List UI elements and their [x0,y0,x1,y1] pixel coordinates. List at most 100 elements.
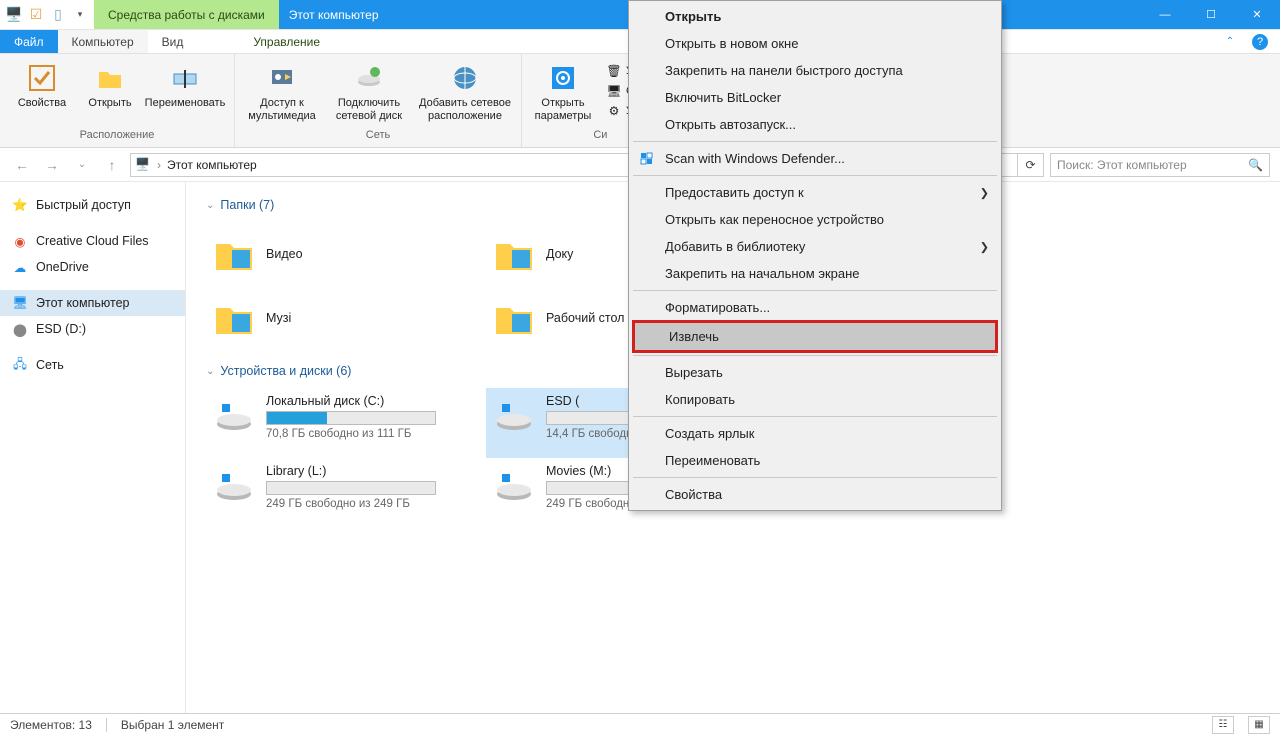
search-icon: 🔍 [1248,158,1263,172]
folder-icon [212,296,256,340]
folder-name: Рабочий стол [546,311,624,325]
rename-button[interactable]: Переименовать [142,58,228,110]
close-button[interactable]: ✕ [1234,0,1280,29]
sidebar-icon: ◉ [12,233,28,249]
refresh-button[interactable]: ⟳ [1018,153,1044,177]
map-drive-button[interactable]: Подключить сетевой диск [327,58,411,123]
drive-usage-bar [266,411,436,425]
menu-format[interactable]: Форматировать... [631,294,999,321]
sidebar-icon: 🖥 [12,295,28,311]
checkmark-icon [26,62,58,94]
help-button[interactable]: ? [1240,30,1280,53]
sidebar-icon: ⭐ [12,197,28,213]
uninstall-icon: 🗑 [606,63,622,79]
search-placeholder: Поиск: Этот компьютер [1057,158,1248,172]
shield-icon [639,151,655,167]
selection-count: Выбран 1 элемент [121,718,224,732]
minimize-button[interactable]: ― [1142,0,1188,29]
menu-properties[interactable]: Свойства [631,481,999,508]
history-dropdown[interactable]: ⌄ [70,153,94,177]
drive-free-text: 249 ГБ свободно из 249 ГБ [266,498,480,510]
sidebar-item-label: Этот компьютер [36,296,129,310]
sidebar-item[interactable]: 🖧Сеть [0,352,185,378]
sidebar-item[interactable]: 🖥 Этот компьютер [0,290,185,316]
properties-button[interactable]: Свойства [6,58,78,110]
media-icon [266,62,298,94]
menu-rename[interactable]: Переименовать [631,447,999,474]
add-network-location-button[interactable]: Добавить сетевое расположение [415,58,515,123]
ribbon-group-location: Свойства Открыть Переименовать Расположе… [0,54,235,147]
statusbar: Элементов: 13 Выбран 1 элемент ☷ ▦ [0,713,1280,735]
sidebar-item-label: OneDrive [36,260,89,274]
drive-usage-bar [266,481,436,495]
menu-autorun[interactable]: Открыть автозапуск... [631,111,999,138]
tab-file[interactable]: Файл [0,30,58,53]
tab-computer[interactable]: Компьютер [58,30,148,53]
tab-view[interactable]: Вид [148,30,198,53]
folder-icon [492,232,536,276]
menu-share-access[interactable]: Предоставить доступ к❯ [631,179,999,206]
drive-icon [212,394,256,438]
details-view-button[interactable]: ☷ [1212,716,1234,734]
maximize-button[interactable]: ☐ [1188,0,1234,29]
drive-item[interactable]: Library (L:) 249 ГБ свободно из 249 ГБ [206,458,486,528]
sidebar-icon: ⬤ [12,321,28,337]
back-button[interactable]: ← [10,153,34,177]
menu-cut[interactable]: Вырезать [631,359,999,386]
drive-icon [492,394,536,438]
sidebar-item-label: Сеть [36,358,64,372]
globe-icon [449,62,481,94]
media-access-button[interactable]: Доступ к мультимедиа [241,58,323,123]
ribbon-collapse-icon[interactable]: ⌃ [1220,30,1240,53]
menu-pin-start[interactable]: Закрепить на начальном экране [631,260,999,287]
item-count: Элементов: 13 [10,718,92,732]
menu-copy[interactable]: Копировать [631,386,999,413]
qat-dropdown-icon[interactable]: ▾ [72,7,88,23]
drive-icon [212,464,256,508]
sidebar-item[interactable]: ◉Creative Cloud Files [0,228,185,254]
network-drive-icon [353,62,385,94]
properties-icon: 🖥 [606,83,622,99]
drive-free-text: 70,8 ГБ свободно из 111 ГБ [266,428,480,440]
menu-open-portable[interactable]: Открыть как переносное устройство [631,206,999,233]
drive-item[interactable]: Локальный диск (C:) 70,8 ГБ свободно из … [206,388,486,458]
sidebar-item[interactable]: ⭐ Быстрый доступ [0,192,185,218]
menu-bitlocker[interactable]: Включить BitLocker [631,84,999,111]
sidebar-item[interactable]: ⬤ ESD (D:) [0,316,185,342]
open-button[interactable]: Открыть [82,58,138,110]
quick-access-toolbar: 🖥️ ☑ ▯ ▾ [0,0,94,29]
sidebar: ⭐ Быстрый доступ ◉Creative Cloud Files☁One… [0,182,186,713]
folder-icon [212,232,256,276]
app-icon: 🖥️ [6,7,22,23]
drive-name: Library (L:) [266,464,480,478]
folder-item[interactable]: Музі [206,286,486,350]
up-button[interactable]: ↑ [100,153,124,177]
tab-manage[interactable]: Управление [239,30,334,53]
search-input[interactable]: Поиск: Этот компьютер 🔍 [1050,153,1270,177]
qat-properties-icon[interactable]: ▯ [50,7,66,23]
chevron-right-icon: ❯ [980,240,989,253]
menu-defender[interactable]: Scan with Windows Defender... [631,145,999,172]
sidebar-item-label: ESD (D:) [36,322,86,336]
breadcrumb-text: Этот компьютер [167,158,257,172]
menu-add-library[interactable]: Добавить в библиотеку❯ [631,233,999,260]
pc-icon: 🖥️ [135,157,151,173]
folder-name: Видео [266,247,303,261]
folder-name: Доку [546,247,573,261]
icons-view-button[interactable]: ▦ [1248,716,1270,734]
open-settings-button[interactable]: Открыть параметры [528,58,598,123]
context-menu: Открыть Открыть в новом окне Закрепить н… [628,0,1002,511]
menu-open-new-window[interactable]: Открыть в новом окне [631,30,999,57]
forward-button[interactable]: → [40,153,64,177]
sidebar-item-label: Быстрый доступ [36,198,131,212]
sidebar-item[interactable]: ☁OneDrive [0,254,185,280]
folder-item[interactable]: Видео [206,222,486,286]
menu-eject[interactable]: Извлечь [635,323,995,350]
menu-pin-quick-access[interactable]: Закрепить на панели быстрого доступа [631,57,999,84]
context-tab-drive-tools[interactable]: Средства работы с дисками [94,0,279,29]
menu-open[interactable]: Открыть [631,3,999,30]
rename-icon [169,62,201,94]
folder-name: Музі [266,311,291,325]
menu-create-shortcut[interactable]: Создать ярлык [631,420,999,447]
qat-checkbox-icon[interactable]: ☑ [28,7,44,23]
